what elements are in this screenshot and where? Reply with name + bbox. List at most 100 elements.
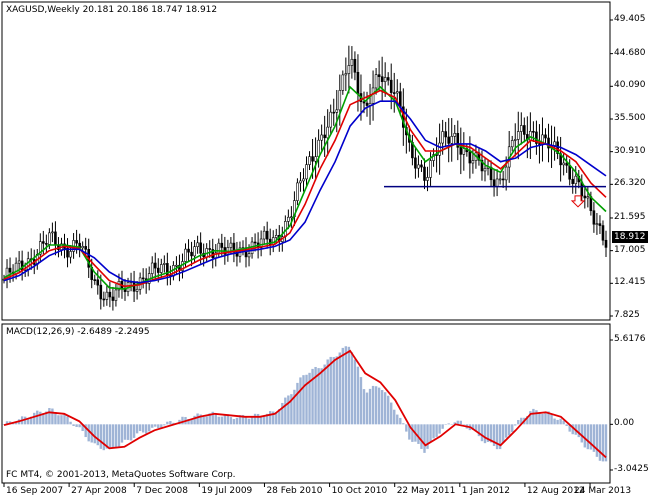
macd-bar bbox=[320, 368, 323, 425]
macd-bar bbox=[544, 411, 547, 425]
macd-bar bbox=[33, 412, 36, 425]
price-bar-body bbox=[311, 156, 314, 162]
macd-bar bbox=[335, 356, 338, 425]
price-bar-body bbox=[380, 76, 384, 82]
price-bar-body bbox=[471, 160, 475, 164]
macd-bar bbox=[462, 424, 466, 425]
macd-bar bbox=[63, 413, 66, 425]
macd-bar bbox=[223, 414, 227, 425]
price-bar-body bbox=[323, 134, 326, 139]
macd-bar bbox=[483, 424, 487, 444]
price-tick-label: 35.500 bbox=[614, 112, 646, 123]
price-bar-body bbox=[350, 58, 354, 66]
price-bar-body bbox=[592, 210, 596, 225]
macd-bar bbox=[96, 424, 99, 446]
price-bar-body bbox=[184, 248, 187, 262]
price-bar-body bbox=[102, 298, 106, 301]
macd-bar bbox=[438, 424, 441, 434]
price-bar-body bbox=[595, 223, 599, 225]
macd-bar bbox=[371, 385, 375, 425]
macd-bar bbox=[205, 416, 208, 425]
macd-bar bbox=[550, 414, 553, 425]
macd-bar bbox=[247, 418, 251, 425]
price-bar-body bbox=[604, 239, 608, 248]
price-bar-body bbox=[459, 147, 463, 155]
macd-bar bbox=[117, 424, 121, 447]
time-tick-label: 7 Dec 2008 bbox=[136, 486, 188, 496]
moving-averages bbox=[3, 85, 607, 290]
macd-bar bbox=[108, 424, 112, 448]
price-bar-body bbox=[516, 131, 520, 140]
price-bar-body bbox=[114, 289, 118, 301]
price-bar-body bbox=[141, 277, 145, 280]
price-bar-body bbox=[398, 91, 402, 108]
macd-bar bbox=[99, 424, 103, 449]
copyright-text: FC MT4, © 2001-2013, MetaQuotes Software… bbox=[6, 470, 236, 480]
price-bar-body bbox=[438, 142, 441, 156]
price-bar-body bbox=[199, 242, 202, 254]
price-bar-body bbox=[492, 179, 496, 187]
price-bar-body bbox=[150, 262, 154, 274]
macd-bar bbox=[344, 346, 348, 425]
price-bar-body bbox=[447, 136, 450, 144]
price-tick-label: 26.320 bbox=[614, 178, 646, 189]
price-bar-body bbox=[544, 134, 547, 139]
price-bar-body bbox=[347, 65, 351, 74]
price-bar-body bbox=[54, 231, 57, 246]
macd-bar bbox=[517, 420, 520, 425]
macd-bar bbox=[374, 386, 378, 425]
macd-bar bbox=[553, 418, 556, 425]
price-bar-body bbox=[553, 141, 556, 146]
macd-bar bbox=[559, 418, 562, 425]
macd-bar bbox=[326, 359, 329, 425]
time-tick-label: 28 Feb 2010 bbox=[266, 486, 323, 496]
macd-bar bbox=[214, 413, 217, 425]
price-bar-body bbox=[510, 140, 514, 148]
current-price-tag: 18.912 bbox=[612, 231, 648, 243]
price-bar-body bbox=[105, 291, 109, 300]
price-bar-body bbox=[453, 133, 457, 137]
macd-info: MACD(12,26,9) -2.6489 -2.2495 bbox=[6, 327, 150, 337]
price-tick-label: 21.595 bbox=[614, 211, 646, 222]
price-bar-body bbox=[8, 267, 12, 273]
price-bar-body bbox=[332, 111, 336, 114]
macd-bar bbox=[589, 424, 593, 450]
macd-bar bbox=[51, 408, 54, 425]
price-bar-body bbox=[498, 178, 502, 181]
macd-tick-label: 0.00 bbox=[614, 418, 635, 429]
macd-bar bbox=[353, 359, 357, 425]
price-bar-body bbox=[329, 111, 333, 128]
price-bar-body bbox=[341, 74, 345, 91]
price-bar-body bbox=[371, 87, 375, 104]
time-tick-label: 1 Jan 2012 bbox=[461, 486, 511, 496]
price-bar-body bbox=[395, 91, 399, 94]
price-bar-body bbox=[81, 246, 84, 249]
macd-bar bbox=[60, 415, 63, 425]
macd-bar bbox=[141, 424, 145, 433]
macd-bar bbox=[317, 368, 320, 425]
price-bar-body bbox=[247, 253, 251, 258]
price-bar-body bbox=[17, 260, 21, 264]
price-bar-body bbox=[262, 230, 266, 240]
price-bar-body bbox=[75, 240, 78, 244]
macd-bar bbox=[311, 368, 314, 425]
macd-bar bbox=[154, 424, 157, 427]
macd-bar bbox=[386, 395, 390, 425]
macd-bar bbox=[501, 424, 505, 443]
price-bar-body bbox=[338, 90, 342, 111]
macd-bar bbox=[399, 417, 402, 425]
macd-bar bbox=[383, 392, 387, 425]
price-bar-body bbox=[519, 125, 523, 132]
chart-canvas[interactable] bbox=[0, 0, 650, 500]
price-bar-body bbox=[571, 178, 575, 184]
macd-bar bbox=[69, 421, 72, 425]
price-bar-body bbox=[326, 126, 329, 139]
macd-bar bbox=[253, 413, 257, 425]
price-bar-body bbox=[586, 196, 590, 199]
macd-bar bbox=[299, 377, 302, 425]
time-tick-label: 22 May 2011 bbox=[396, 486, 456, 496]
macd-bar bbox=[507, 424, 511, 436]
macd-bar bbox=[423, 424, 426, 453]
price-bar-body bbox=[160, 264, 163, 273]
macd-bar bbox=[459, 420, 462, 425]
